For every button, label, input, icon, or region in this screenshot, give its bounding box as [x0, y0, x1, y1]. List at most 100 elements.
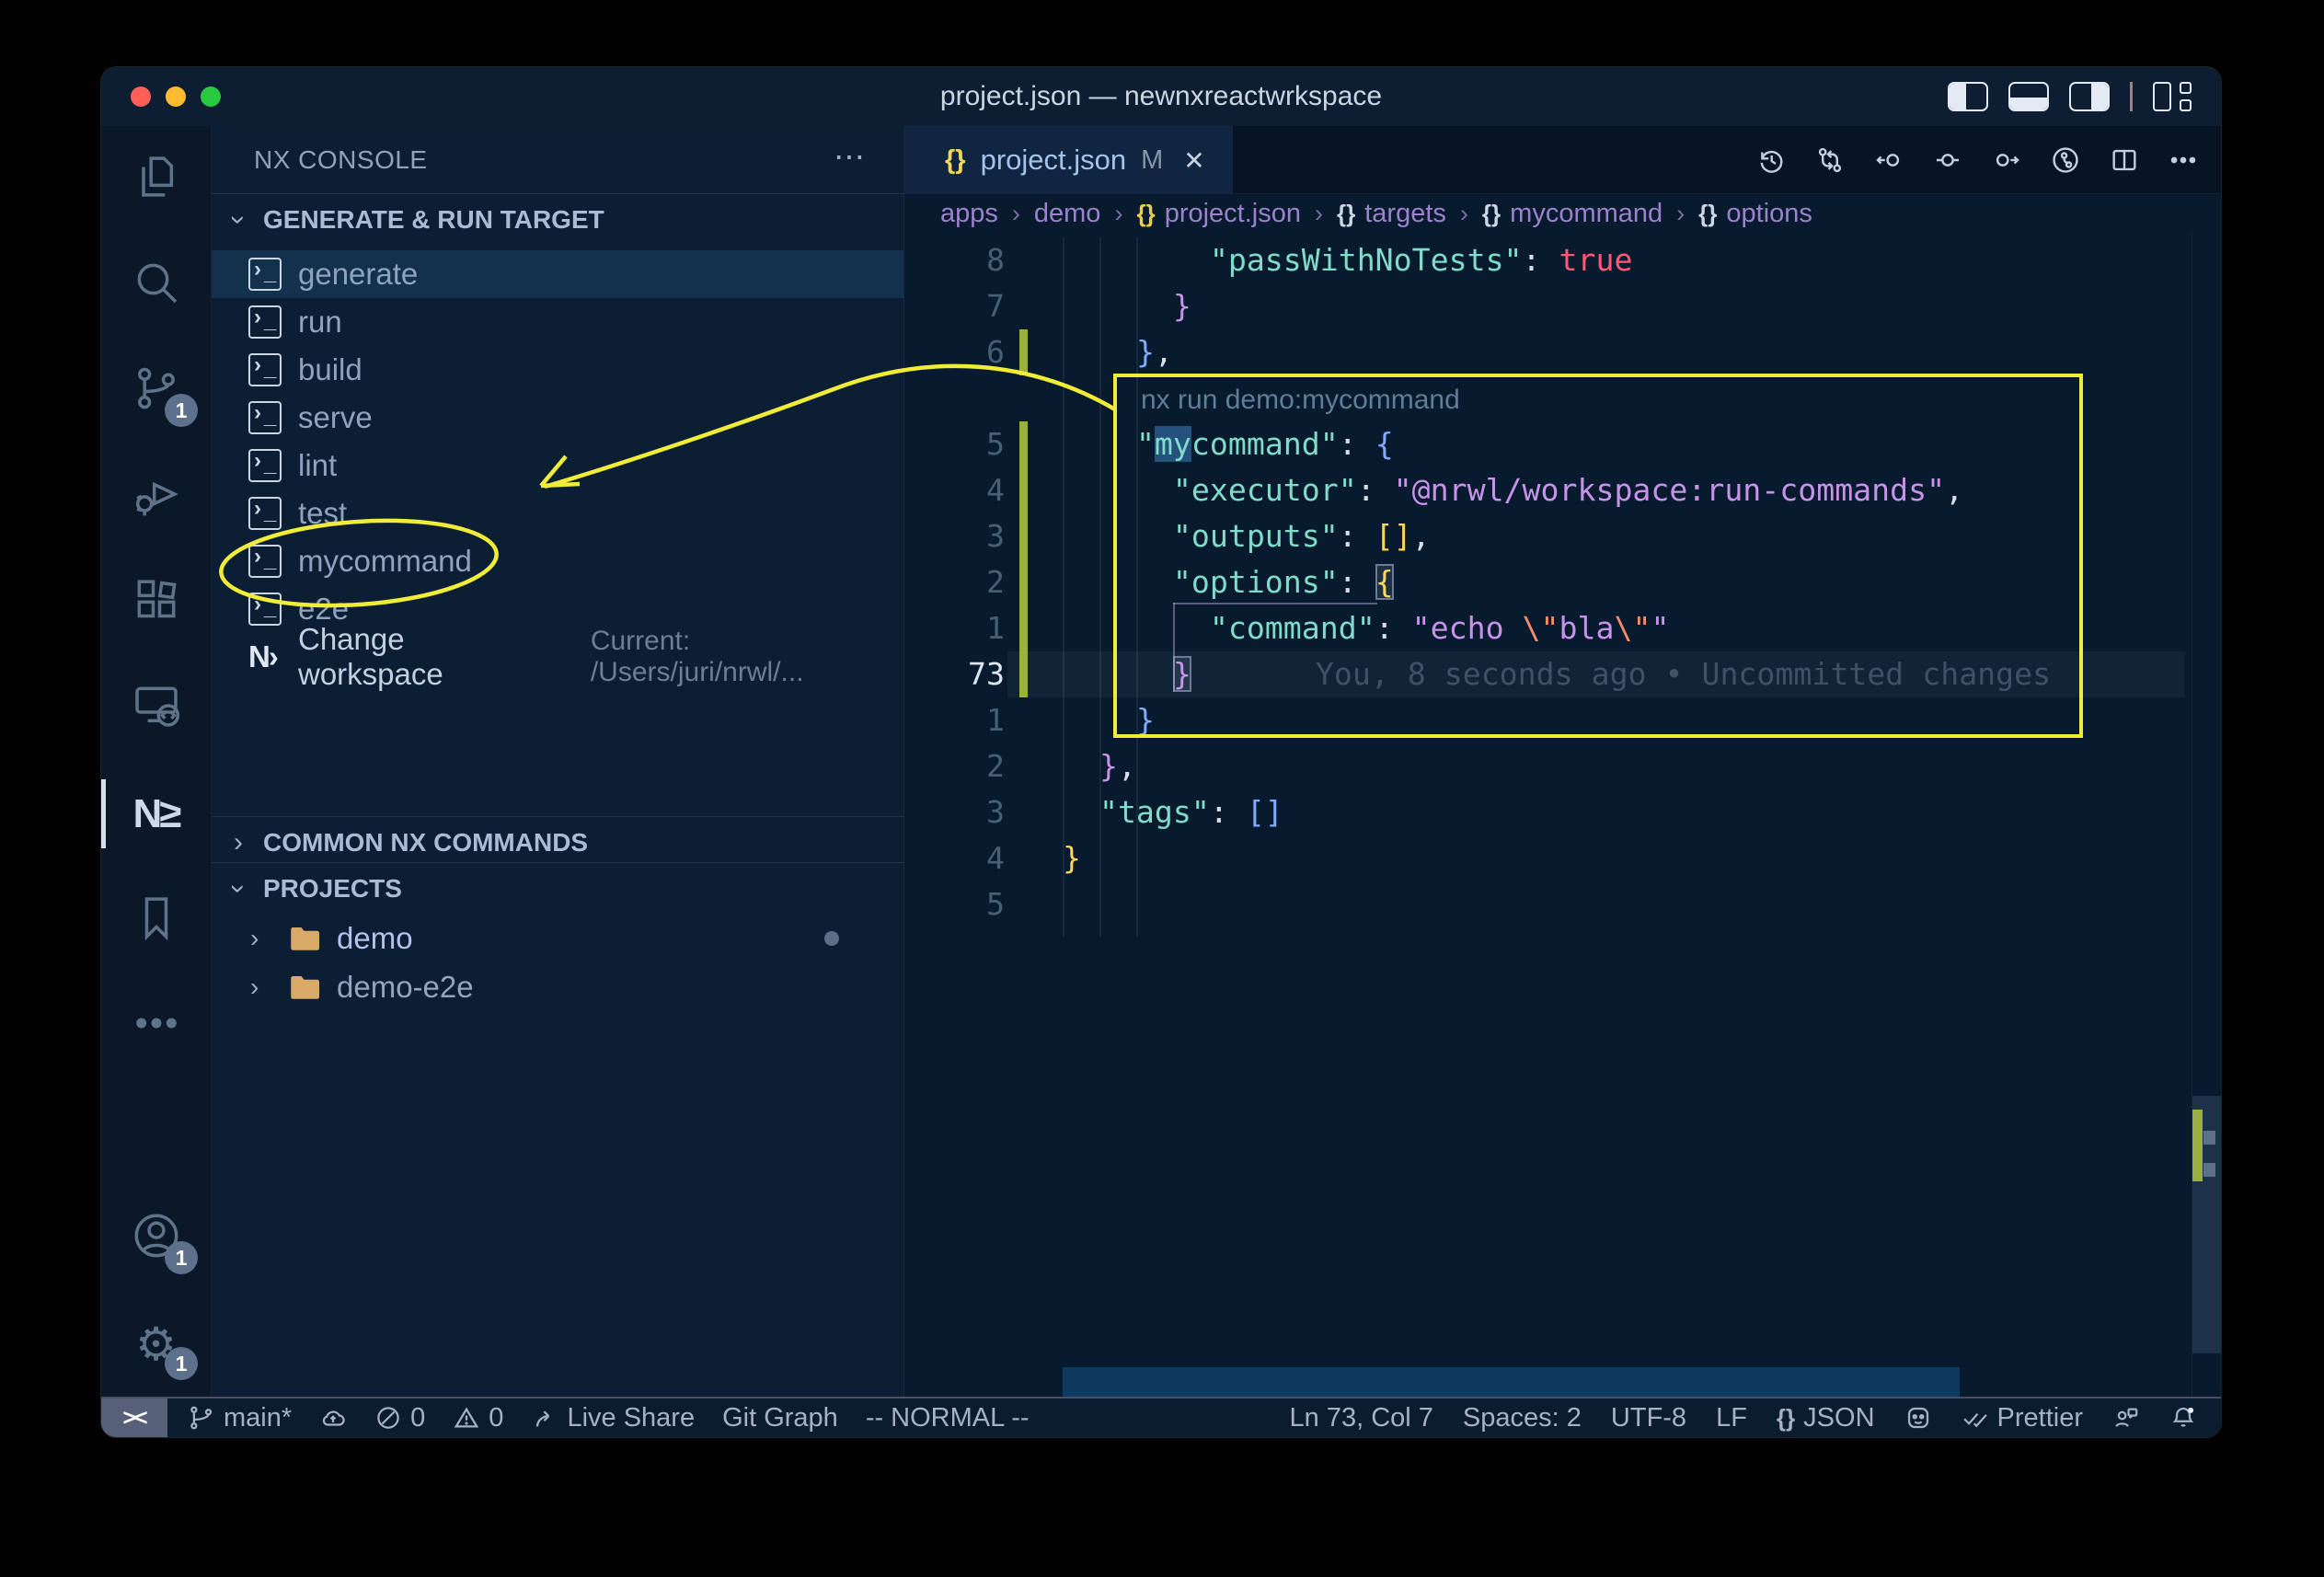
braces-icon: {} [1136, 200, 1155, 228]
code-editor[interactable]: 8 "passWithNoTests": true7 }6 },nx run d… [904, 233, 2221, 1397]
status-item-spaces-2[interactable]: Spaces: 2 [1463, 1403, 1582, 1433]
status-item-cloud-upload[interactable] [319, 1404, 347, 1432]
breadcrumb-item-apps[interactable]: apps [940, 199, 998, 229]
status-item-main[interactable]: main* [188, 1403, 292, 1433]
toggle-panel-icon[interactable] [2008, 82, 2049, 111]
section-generate-run-target[interactable]: › GENERATE & RUN TARGET [212, 193, 903, 245]
activity-source-control-button[interactable]: 1 [101, 338, 211, 443]
status-item-live-share[interactable]: Live Share [531, 1403, 695, 1433]
code-line: 5 [904, 881, 2221, 927]
status-item-bell[interactable] [2169, 1404, 2197, 1432]
sidebar-item-generate[interactable]: ›_generate [212, 250, 903, 298]
breadcrumb-item-demo[interactable]: demo [1034, 199, 1101, 229]
tab-project-json[interactable]: {} project.json M ✕ [904, 126, 1233, 194]
status-item-octoface[interactable] [1904, 1404, 1932, 1432]
toggle-sidebar-icon[interactable] [1948, 82, 1988, 111]
status-item-ln-73-col-7[interactable]: Ln 73, Col 7 [1290, 1403, 1433, 1433]
activity-more-button[interactable] [101, 973, 211, 1078]
status-item-prettier[interactable]: Prettier [1962, 1403, 2083, 1433]
breadcrumb-item-mycommand[interactable]: {}mycommand [1482, 199, 1662, 229]
sidebar-item-change-workspace[interactable]: N›Change workspaceCurrent: /Users/juri/n… [212, 633, 903, 681]
line-number: 5 [904, 881, 1005, 927]
code-line: 2 "options": { [904, 559, 2221, 605]
activity-extensions-button[interactable] [101, 549, 211, 655]
activity-explorer-button[interactable] [101, 126, 211, 232]
breadcrumb-item-options[interactable]: {}options [1698, 199, 1812, 229]
activity-settings-button[interactable]: ⚙1 [101, 1291, 211, 1397]
sidebar-item-test[interactable]: ›_test [212, 489, 903, 537]
remote-explorer-icon [131, 680, 182, 736]
horizontal-scrollbar[interactable] [1063, 1367, 1960, 1397]
code-line: 8 "passWithNoTests": true [904, 237, 2221, 283]
prev-change-icon[interactable] [1873, 144, 1904, 176]
live-share-icon [531, 1404, 558, 1432]
json-file-icon: {} [945, 145, 966, 176]
vertical-scrollbar[interactable] [2192, 233, 2221, 1397]
next-change-icon[interactable] [1991, 144, 2022, 176]
gitlens-icon[interactable] [2050, 144, 2081, 176]
change-icon[interactable] [1932, 144, 1963, 176]
status-item-0[interactable]: 0 [453, 1403, 503, 1433]
git-compare-icon[interactable] [1814, 144, 1846, 176]
overview-ruler-modified-mark [2192, 1110, 2203, 1181]
status-item-json[interactable]: {}JSON [1777, 1403, 1875, 1433]
run-debug-icon [131, 468, 182, 524]
breadcrumb-separator: › [1460, 200, 1468, 228]
status-item-git-graph[interactable]: Git Graph [722, 1403, 838, 1433]
activity-account-button[interactable]: 1 [101, 1185, 211, 1291]
screenshot-root: project.json — newnxreactwrkspace 1 N≥ 1 ⚙… [0, 0, 2324, 1577]
status-item-feedback[interactable] [2112, 1404, 2140, 1432]
vscode-window: project.json — newnxreactwrkspace 1 N≥ 1 ⚙… [101, 67, 2221, 1437]
bracket-scope-guide [1173, 603, 1377, 604]
bracket-scope-guide [1173, 603, 1175, 692]
activity-search-button[interactable] [101, 232, 211, 338]
activity-run-debug-button[interactable] [101, 443, 211, 549]
customize-layout-icon[interactable] [2153, 82, 2193, 111]
gutter-modified-bar [1019, 329, 1028, 375]
run-target-icon: ›_ [248, 593, 282, 626]
overview-ruler-mark [2203, 1163, 2215, 1177]
sidebar-item-run[interactable]: ›_run [212, 298, 903, 346]
toggle-secondary-sidebar-icon[interactable] [2069, 82, 2110, 111]
braces-text-icon: {} [1777, 1404, 1795, 1433]
project-item-demo[interactable]: ›demo [212, 914, 903, 962]
status-item-0[interactable]: 0 [374, 1403, 425, 1433]
activity-remote-explorer-button[interactable] [101, 655, 211, 761]
breadcrumb-item-project.json[interactable]: {}project.json [1136, 199, 1301, 229]
code-line: 4 "executor": "@nrwl/workspace:run-comma… [904, 467, 2221, 513]
line-number: 3 [904, 513, 1005, 559]
history-icon[interactable] [1755, 144, 1787, 176]
gutter-modified-bar [1019, 513, 1028, 559]
sidebar-item-build[interactable]: ›_build [212, 346, 903, 394]
more-icon[interactable] [2168, 144, 2199, 176]
folder-icon [289, 973, 322, 1001]
status-item-utf-8[interactable]: UTF-8 [1611, 1403, 1686, 1433]
project-item-demo-e2e[interactable]: ›demo-e2e [212, 962, 903, 1011]
section-common-nx-commands[interactable]: › COMMON NX COMMANDS [212, 816, 903, 868]
status-item-lf[interactable]: LF [1716, 1403, 1747, 1433]
breadcrumb-separator: › [1114, 200, 1122, 228]
braces-icon: {} [1482, 200, 1501, 228]
close-tab-icon[interactable]: ✕ [1183, 145, 1204, 176]
section-projects[interactable]: › PROJECTS [212, 862, 903, 914]
sidebar-more-icon[interactable]: ⋯ [834, 126, 867, 193]
breadcrumb-separator: › [1676, 200, 1685, 228]
status-item-normal[interactable]: -- NORMAL -- [866, 1403, 1030, 1433]
activity-nx-console-button[interactable]: N≥ [101, 761, 211, 867]
line-number: 4 [904, 835, 1005, 881]
codelens-run-command[interactable]: nx run demo:mycommand [1141, 375, 1460, 421]
code-line: 3 "tags": [] [904, 789, 2221, 835]
braces-icon: {} [1698, 200, 1717, 228]
sidebar-item-lint[interactable]: ›_lint [212, 442, 903, 489]
remote-indicator-button[interactable]: >< [101, 1399, 167, 1437]
nx-console-icon: N≥ [133, 791, 179, 837]
line-number: 2 [904, 743, 1005, 789]
badge: 1 [165, 1241, 198, 1274]
sidebar-item-mycommand[interactable]: ›_mycommand [212, 537, 903, 585]
overview-ruler-mark [2203, 1131, 2215, 1145]
split-editor-icon[interactable] [2109, 144, 2140, 176]
breadcrumb-item-targets[interactable]: {}targets [1337, 199, 1446, 229]
activity-bookmarks-button[interactable] [101, 867, 211, 973]
sidebar-item-serve[interactable]: ›_serve [212, 394, 903, 442]
window-title: project.json — newnxreactwrkspace [101, 67, 2221, 126]
